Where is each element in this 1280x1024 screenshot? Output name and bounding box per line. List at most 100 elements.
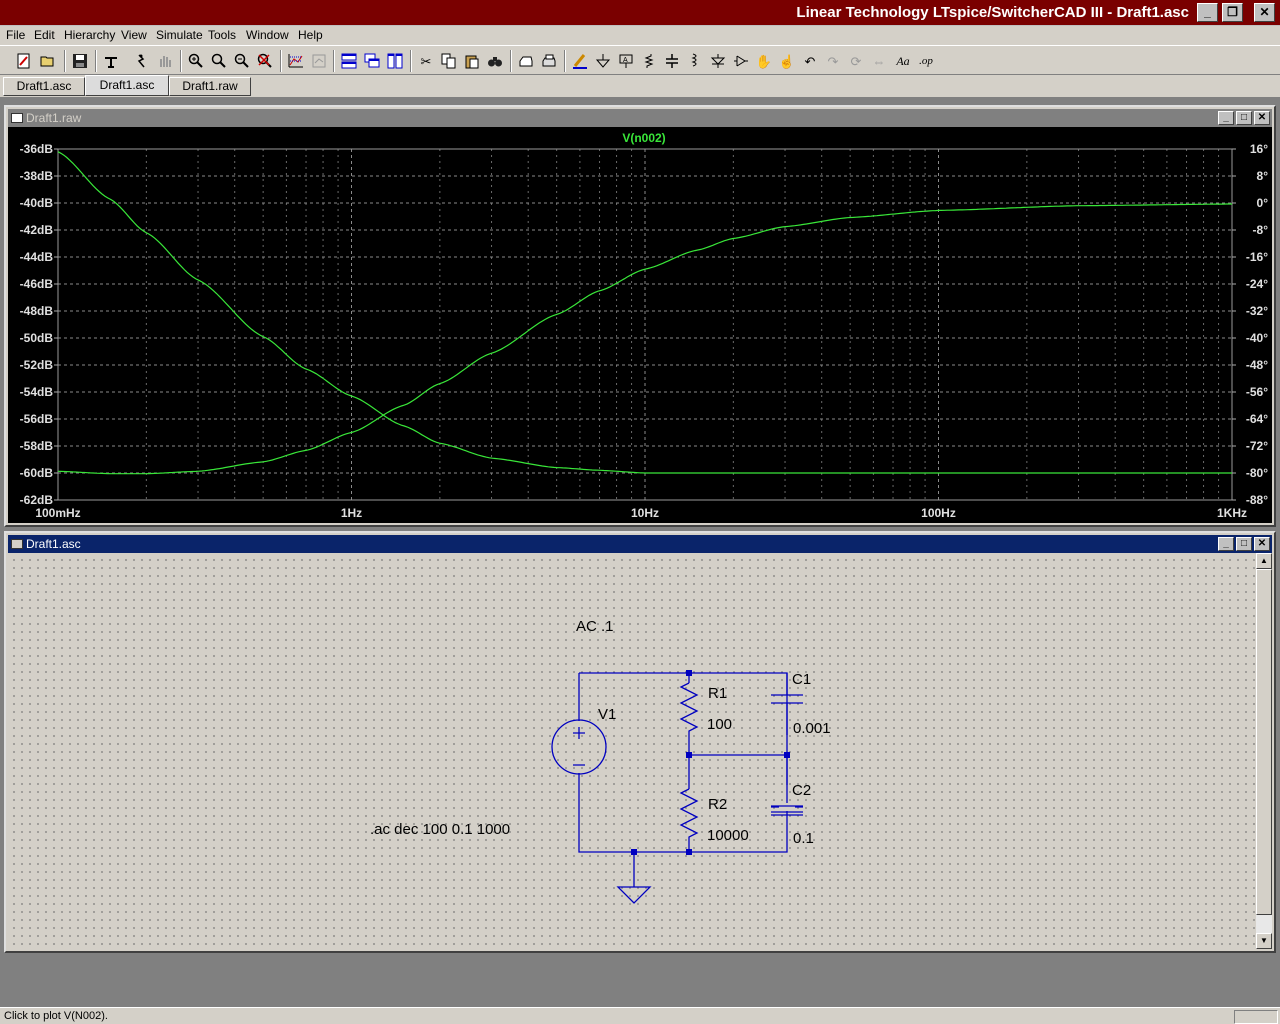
spice-directive-icon[interactable]: .op [916, 51, 936, 71]
c2-name-label[interactable]: C2 [792, 782, 811, 799]
menu-simulate[interactable]: Simulate [156, 28, 203, 42]
waveform-maximize-button[interactable]: □ [1236, 111, 1252, 125]
x-tick-label[interactable]: 100Hz [921, 506, 956, 520]
capacitor-icon[interactable] [662, 51, 682, 71]
inductor-icon[interactable] [685, 51, 705, 71]
menu-tools[interactable]: Tools [208, 28, 236, 42]
y-left-tick-label[interactable]: -46dB [20, 277, 54, 291]
waveform-plot[interactable]: V(n002) -36dB 16° -38dB 8° -40dB 0° -42dB -8° -4… [8, 127, 1272, 523]
control-panel-icon[interactable] [101, 51, 121, 71]
schematic-canvas[interactable]: AC .1 V1 R1 100 C1 0.001 R2 10000 C2 0.1… [8, 553, 1258, 949]
resize-grip[interactable] [1234, 1010, 1278, 1024]
copy-icon[interactable] [439, 51, 459, 71]
plot-pane[interactable]: V(n002) -36dB 16° -38dB 8° -40dB 0° -42dB -8° -4… [8, 127, 1272, 523]
y-right-tick-label[interactable]: 8° [1257, 169, 1269, 183]
y-right-tick-label[interactable]: -48° [1246, 358, 1268, 372]
schematic-scrollbar[interactable]: ▲ ▼ [1256, 553, 1272, 949]
print-icon[interactable] [539, 51, 559, 71]
ground-symbol[interactable] [616, 886, 652, 904]
y-left-tick-label[interactable]: -52dB [20, 358, 54, 372]
v1-name-label[interactable]: V1 [598, 706, 616, 723]
r1-resistor[interactable] [679, 682, 699, 735]
schematic-minimize-button[interactable]: _ [1218, 537, 1234, 551]
text-icon[interactable]: Aa [893, 51, 913, 71]
y-right-tick-label[interactable]: -64° [1246, 412, 1268, 426]
halt-icon[interactable] [155, 51, 175, 71]
y-right-tick-label[interactable]: 0° [1257, 196, 1269, 210]
r2-value-label[interactable]: 10000 [707, 827, 749, 844]
y-left-tick-label[interactable]: -60dB [20, 466, 54, 480]
print-setup-icon[interactable] [516, 51, 536, 71]
tab-draft1-asc-2[interactable]: Draft1.asc [85, 75, 169, 96]
scroll-thumb[interactable] [1256, 569, 1272, 915]
c1-name-label[interactable]: C1 [792, 671, 811, 688]
r1-value-label[interactable]: 100 [707, 716, 732, 733]
zoom-full-icon[interactable] [255, 51, 275, 71]
paste-icon[interactable] [462, 51, 482, 71]
y-right-tick-label[interactable]: -8° [1253, 223, 1269, 237]
v1-source[interactable] [551, 719, 607, 775]
menu-window[interactable]: Window [246, 28, 289, 42]
redo-icon[interactable]: ↷ [823, 51, 843, 71]
zoom-out-icon[interactable] [232, 51, 252, 71]
draw-wire-icon[interactable] [570, 51, 590, 71]
autorange-icon[interactable] [286, 51, 306, 71]
y-left-tick-label[interactable]: -36dB [20, 142, 54, 156]
schematic-close-button[interactable]: ✕ [1254, 537, 1270, 551]
waveform-minimize-button[interactable]: _ [1218, 111, 1234, 125]
menu-hierarchy[interactable]: Hierarchy [64, 28, 115, 42]
y-right-tick-label[interactable]: -40° [1246, 331, 1268, 345]
tile-vertical-icon[interactable] [339, 51, 359, 71]
r2-name-label[interactable]: R2 [708, 796, 727, 813]
schematic-maximize-button[interactable]: □ [1236, 537, 1252, 551]
ground-icon[interactable] [593, 51, 613, 71]
y-left-tick-label[interactable]: -58dB [20, 439, 54, 453]
find-icon[interactable] [485, 51, 505, 71]
new-schematic-icon[interactable] [14, 51, 34, 71]
y-left-tick-label[interactable]: -48dB [20, 304, 54, 318]
c2-value-label[interactable]: 0.1 [793, 830, 814, 847]
menu-help[interactable]: Help [298, 28, 323, 42]
y-left-tick-label[interactable]: -42dB [20, 223, 54, 237]
schematic-drawing[interactable]: AC .1 V1 R1 100 C1 0.001 R2 10000 C2 0.1… [8, 553, 1258, 949]
y-right-tick-label[interactable]: -56° [1246, 385, 1268, 399]
c1-value-label[interactable]: 0.001 [793, 720, 831, 737]
y-left-tick-label[interactable]: -54dB [20, 385, 54, 399]
y-left-tick-label[interactable]: -50dB [20, 331, 54, 345]
r2-resistor[interactable] [679, 788, 699, 841]
drag-icon[interactable]: ☝ [777, 51, 797, 71]
y-right-tick-label[interactable]: 16° [1250, 142, 1268, 156]
tab-draft1-raw[interactable]: Draft1.raw [169, 77, 251, 96]
delete-trace-icon[interactable] [309, 51, 329, 71]
move-icon[interactable]: ✋ [754, 51, 774, 71]
schematic-window-titlebar[interactable]: Draft1.asc _ □ ✕ [8, 535, 1272, 553]
cut-icon[interactable]: ✂ [416, 51, 436, 71]
wire-bottom[interactable] [578, 773, 788, 853]
spice-directive[interactable]: .ac dec 100 0.1 1000 [370, 821, 510, 838]
rotate-icon[interactable]: ⟳ [846, 51, 866, 71]
waveform-window-titlebar[interactable]: Draft1.raw _ □ ✕ [8, 109, 1272, 127]
minimize-button[interactable]: _ [1197, 3, 1218, 22]
x-tick-label[interactable]: 100mHz [35, 506, 80, 520]
open-icon[interactable] [38, 51, 58, 71]
tile-horizontal-icon[interactable] [385, 51, 405, 71]
component-icon[interactable] [731, 51, 751, 71]
y-left-tick-label[interactable]: -62dB [20, 493, 54, 507]
save-icon[interactable] [70, 51, 90, 71]
tab-draft1-asc-1[interactable]: Draft1.asc [3, 77, 85, 96]
menu-view[interactable]: View [121, 28, 147, 42]
y-right-tick-label[interactable]: -32° [1246, 304, 1268, 318]
menu-file[interactable]: File [6, 28, 25, 42]
y-right-tick-label[interactable]: -72° [1246, 439, 1268, 453]
scroll-down-button[interactable]: ▼ [1256, 933, 1272, 949]
resistor-icon[interactable] [639, 51, 659, 71]
close-button[interactable]: ✕ [1254, 3, 1275, 22]
trace-label[interactable]: V(n002) [622, 131, 665, 145]
x-tick-label[interactable]: 1Hz [341, 506, 362, 520]
r1-name-label[interactable]: R1 [708, 685, 727, 702]
cascade-icon[interactable] [362, 51, 382, 71]
run-icon[interactable] [131, 51, 151, 71]
y-left-tick-label[interactable]: -56dB [20, 412, 54, 426]
y-right-tick-label[interactable]: -88° [1246, 493, 1268, 507]
y-right-tick-label[interactable]: -80° [1246, 466, 1268, 480]
